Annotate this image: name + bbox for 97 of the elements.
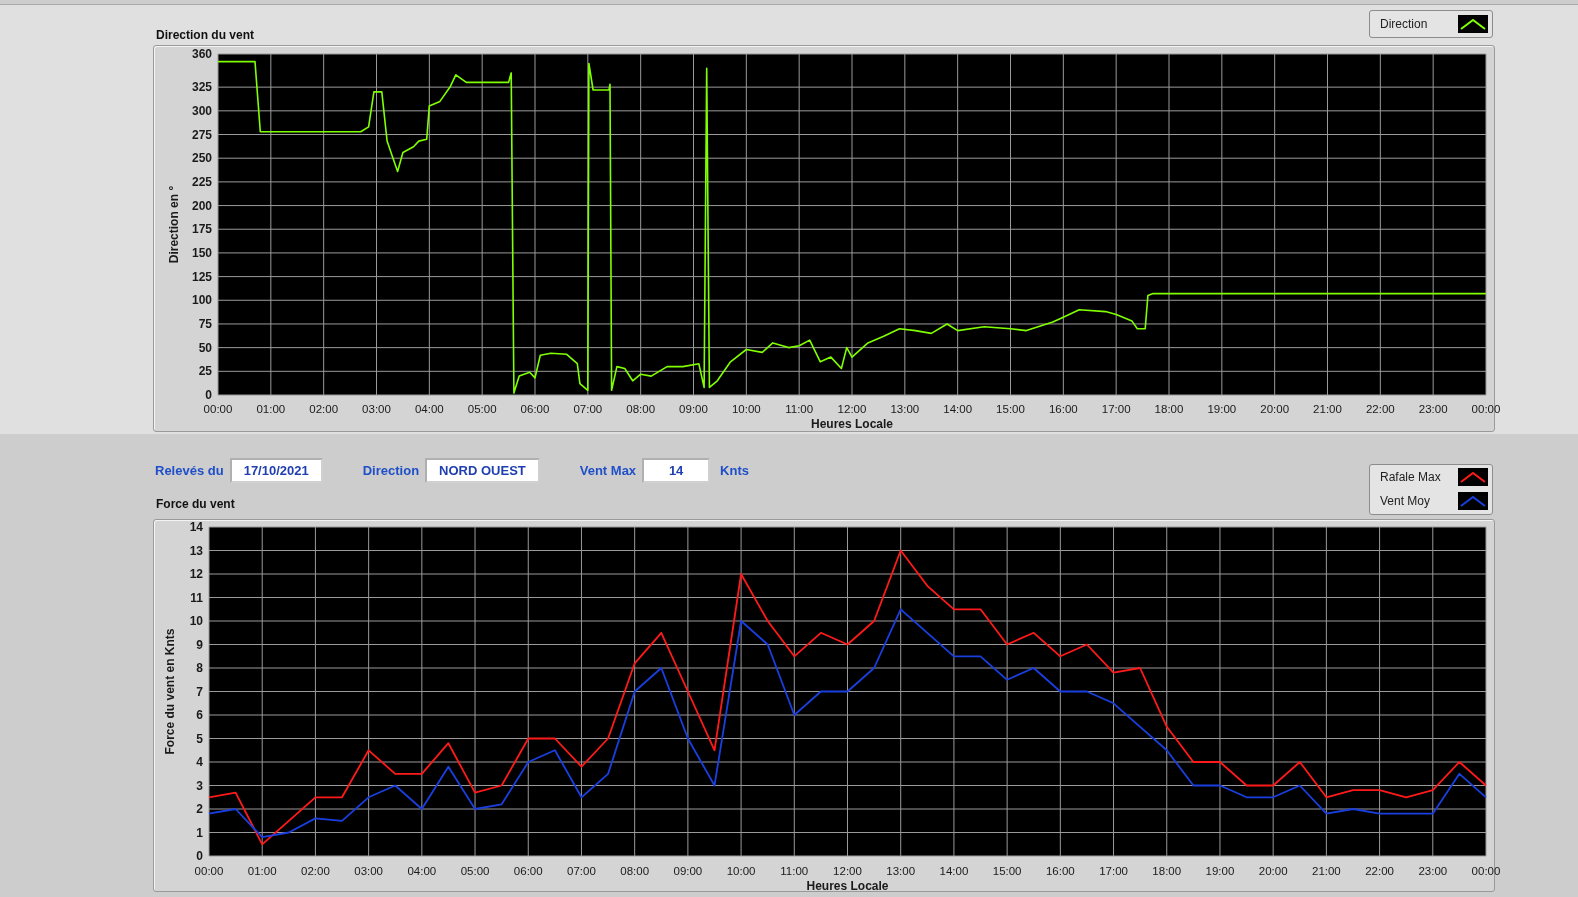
axis-tick-label: 13 bbox=[189, 543, 203, 558]
axis-tick-label: 75 bbox=[198, 316, 212, 331]
axis-tick-label: 03:00 bbox=[354, 865, 383, 877]
axis-tick-label: 20:00 bbox=[1260, 403, 1290, 415]
axis-tick-label: 11:00 bbox=[780, 865, 809, 877]
axis-tick-label: 3 bbox=[196, 778, 203, 793]
axis-tick-label: 03:00 bbox=[362, 403, 391, 415]
axis-tick-label: 22:00 bbox=[1365, 865, 1394, 877]
axis-title: Heures Locale bbox=[811, 417, 893, 431]
chart-title: Direction du vent bbox=[155, 28, 254, 42]
axis-tick-label: 5 bbox=[196, 731, 203, 746]
axis-tick-label: 25 bbox=[198, 364, 212, 379]
legend-label: Rafale Max bbox=[1380, 470, 1442, 484]
axis-tick-label: 21:00 bbox=[1313, 403, 1342, 415]
axis-tick-label: 06:00 bbox=[520, 403, 550, 415]
axis-tick-label: 1 bbox=[196, 825, 203, 840]
axis-tick-label: 00:00 bbox=[1471, 403, 1501, 415]
axis-tick-label: 00:00 bbox=[203, 403, 233, 415]
axis-tick-label: 00:00 bbox=[1471, 865, 1501, 877]
axis-tick-label: 300 bbox=[191, 103, 212, 118]
axis-tick-label: 10 bbox=[189, 614, 203, 628]
value-field[interactable]: 17/10/2021 bbox=[229, 458, 323, 483]
field-label: Vent Max bbox=[579, 463, 637, 478]
axis-title: Heures Locale bbox=[806, 879, 889, 893]
axis-tick-label: 09:00 bbox=[679, 403, 708, 415]
chart-title: Force du vent bbox=[155, 497, 236, 511]
axis-tick-label: 13:00 bbox=[890, 403, 920, 415]
axis-tick-label: 2 bbox=[196, 802, 203, 816]
axis-tick-label: 10:00 bbox=[731, 403, 761, 415]
axis-tick-label: 06:00 bbox=[513, 865, 543, 877]
axis-tick-label: 175 bbox=[191, 222, 212, 237]
axis-tick-label: 19:00 bbox=[1205, 865, 1235, 877]
axis-tick-label: 14 bbox=[189, 520, 203, 534]
axis-tick-label: 00:00 bbox=[194, 865, 224, 877]
axis-tick-label: 125 bbox=[191, 269, 212, 284]
field-label: Relevés du bbox=[155, 463, 224, 478]
axis-title: Direction en ° bbox=[167, 185, 181, 264]
axis-tick-label: 225 bbox=[191, 174, 212, 189]
axis-tick-label: 15:00 bbox=[992, 865, 1022, 877]
axis-tick-label: 21:00 bbox=[1312, 865, 1341, 877]
axis-tick-label: 14:00 bbox=[943, 403, 973, 415]
axis-tick-label: 19:00 bbox=[1207, 403, 1237, 415]
axis-tick-label: 09:00 bbox=[673, 865, 703, 877]
axis-tick-label: 20:00 bbox=[1258, 865, 1288, 877]
axis-tick-label: 8 bbox=[196, 661, 203, 675]
axis-tick-label: 05:00 bbox=[467, 403, 497, 415]
axis-tick-label: 08:00 bbox=[626, 403, 656, 415]
axis-tick-label: 50 bbox=[198, 340, 212, 355]
axis-tick-label: 0 bbox=[205, 388, 212, 402]
axis-tick-label: 04:00 bbox=[414, 403, 444, 415]
axis-tick-label: 360 bbox=[191, 47, 212, 61]
axis-tick-label: 12:00 bbox=[837, 403, 867, 415]
axis-tick-label: 4 bbox=[196, 755, 203, 769]
axis-tick-label: 10:00 bbox=[726, 865, 756, 877]
axis-tick-label: 12 bbox=[189, 567, 203, 581]
axis-tick-label: 200 bbox=[191, 198, 212, 213]
axis-tick-label: 23:00 bbox=[1418, 403, 1448, 415]
axis-tick-label: 9 bbox=[196, 637, 203, 652]
value-field[interactable]: NORD OUEST bbox=[425, 458, 540, 483]
value-field[interactable]: 14 bbox=[642, 458, 711, 483]
axis-tick-label: 275 bbox=[191, 127, 212, 142]
legend-label: Vent Moy bbox=[1380, 494, 1432, 508]
axis-tick-label: 07:00 bbox=[567, 865, 596, 877]
axis-tick-label: 08:00 bbox=[620, 865, 650, 877]
axis-tick-label: 22:00 bbox=[1365, 403, 1395, 415]
axis-tick-label: 02:00 bbox=[309, 403, 339, 415]
axis-tick-label: 0 bbox=[196, 849, 203, 863]
axis-tick-label: 13:00 bbox=[886, 865, 916, 877]
axis-tick-label: 14:00 bbox=[939, 865, 969, 877]
axis-tick-label: 18:00 bbox=[1152, 865, 1182, 877]
axis-tick-label: 18:00 bbox=[1154, 403, 1184, 415]
unit-label: Knts bbox=[720, 463, 749, 478]
axis-tick-label: 250 bbox=[191, 151, 212, 166]
axis-tick-label: 02:00 bbox=[301, 865, 330, 877]
axis-tick-label: 23:00 bbox=[1418, 865, 1448, 877]
axis-tick-label: 150 bbox=[191, 245, 212, 260]
axis-tick-label: 12:00 bbox=[833, 865, 862, 877]
axis-tick-label: 17:00 bbox=[1099, 865, 1128, 877]
legend-label: Direction bbox=[1380, 17, 1429, 31]
axis-tick-label: 100 bbox=[191, 293, 212, 308]
axis-tick-label: 07:00 bbox=[573, 403, 603, 415]
axis-tick-label: 04:00 bbox=[407, 865, 437, 877]
axis-tick-label: 16:00 bbox=[1045, 865, 1075, 877]
axis-tick-label: 325 bbox=[191, 80, 212, 95]
axis-title: Force du vent en Knts bbox=[163, 628, 177, 755]
axis-tick-label: 01:00 bbox=[256, 403, 286, 415]
axis-tick-label: 17:00 bbox=[1101, 403, 1131, 415]
field-label: Direction bbox=[362, 463, 420, 478]
axis-tick-label: 11:00 bbox=[785, 403, 814, 415]
axis-tick-label: 01:00 bbox=[247, 865, 277, 877]
axis-tick-label: 05:00 bbox=[460, 865, 490, 877]
axis-tick-label: 6 bbox=[196, 708, 203, 722]
axis-tick-label: 15:00 bbox=[996, 403, 1025, 415]
axis-tick-label: 16:00 bbox=[1048, 403, 1078, 415]
axis-tick-label: 7 bbox=[196, 684, 203, 699]
line-style-icon[interactable] bbox=[1458, 15, 1488, 33]
axis-tick-label: 11 bbox=[190, 590, 203, 605]
